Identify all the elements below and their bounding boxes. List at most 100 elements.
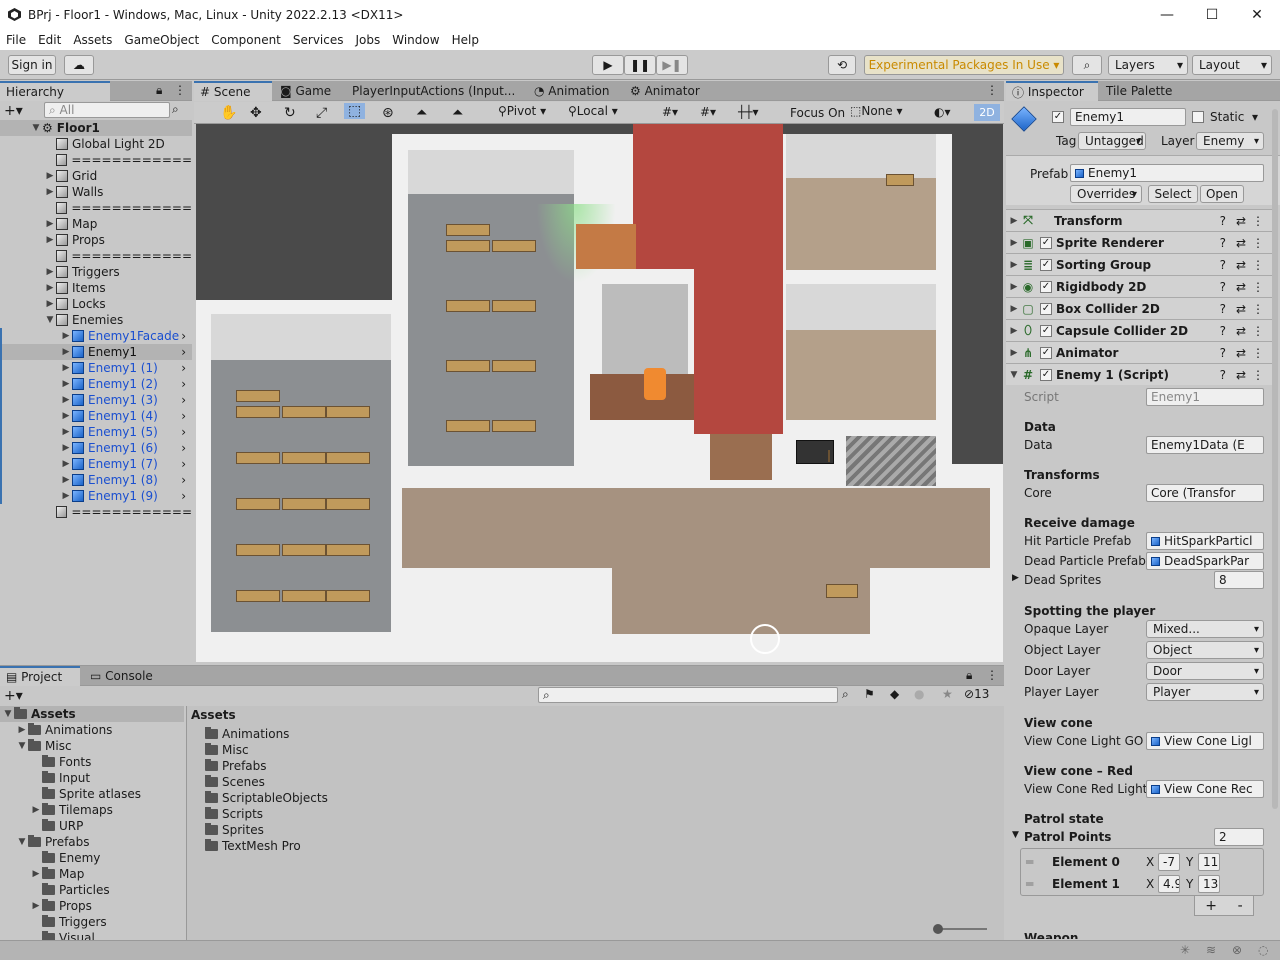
- folder-item[interactable]: Animations: [205, 726, 505, 742]
- component-enabled-checkbox[interactable]: ✓: [1040, 368, 1052, 381]
- help-icon[interactable]: ?: [1220, 214, 1226, 228]
- progress-icon[interactable]: ◌: [1258, 943, 1268, 957]
- dead-sprites-expand-icon[interactable]: ▶: [1012, 573, 1019, 583]
- menu-gameobject[interactable]: GameObject: [118, 33, 205, 47]
- expand-icon[interactable]: ▶: [60, 443, 72, 453]
- component-menu-icon[interactable]: ⋮: [1252, 214, 1264, 228]
- expand-icon[interactable]: ▼: [16, 837, 28, 847]
- name-input[interactable]: Enemy1: [1070, 108, 1186, 126]
- component-header[interactable]: ▶ ≣ ✓ Sorting Group? ⇄ ⋮: [1006, 253, 1272, 275]
- expand-icon[interactable]: ▼: [16, 741, 28, 751]
- hierarchy-item[interactable]: ============: [0, 504, 192, 520]
- layer-dropdown[interactable]: Enemy: [1196, 132, 1264, 150]
- help-icon[interactable]: ?: [1220, 302, 1226, 316]
- expand-icon[interactable]: ▶: [16, 725, 28, 735]
- player-layer-dropdown[interactable]: Player: [1146, 683, 1264, 701]
- preset-icon[interactable]: ⇄: [1236, 258, 1246, 272]
- tab-scene[interactable]: # Scene: [194, 81, 272, 101]
- local-dropdown[interactable]: ⚲Local ▾: [568, 104, 630, 121]
- enemy-item[interactable]: ▶ Enemy1 (6) ›: [0, 440, 192, 456]
- tab-animator[interactable]: ⚙ Animator: [624, 81, 706, 101]
- project-search-input[interactable]: ⌕: [538, 687, 838, 703]
- chevron-right-icon[interactable]: ›: [181, 457, 186, 471]
- hierarchy-item[interactable]: ▶ Props: [0, 232, 192, 248]
- layers-dropdown[interactable]: Layers ▾: [1108, 55, 1188, 75]
- expand-icon[interactable]: ▶: [60, 395, 72, 405]
- menu-jobs[interactable]: Jobs: [350, 33, 387, 47]
- component-header[interactable]: ▶ ▢ ✓ Box Collider 2D? ⇄ ⋮: [1006, 297, 1272, 319]
- focus-none-dropdown[interactable]: ⬚None ▾: [850, 104, 910, 121]
- chevron-right-icon[interactable]: ›: [181, 473, 186, 487]
- hidden-packages-icon[interactable]: ⊘13: [964, 687, 989, 701]
- expand-icon[interactable]: ▶: [60, 363, 72, 373]
- folder-item[interactable]: TextMesh Pro: [205, 838, 505, 854]
- chevron-right-icon[interactable]: ›: [181, 361, 186, 375]
- project-more-icon[interactable]: ⋮: [986, 668, 998, 682]
- chevron-right-icon[interactable]: ›: [181, 489, 186, 503]
- hierarchy-root[interactable]: ▼ ⚙ Floor1: [0, 120, 192, 136]
- project-tree-item[interactable]: Triggers: [0, 914, 184, 930]
- component-enabled-checkbox[interactable]: ✓: [1040, 324, 1052, 337]
- tab-tile-palette[interactable]: Tile Palette: [1100, 81, 1178, 101]
- expand-icon[interactable]: ▶: [44, 283, 56, 293]
- enemy-item[interactable]: ▶ Enemy1 (5) ›: [0, 424, 192, 440]
- search-by-type-icon[interactable]: ⌕: [842, 687, 849, 702]
- enemy-item[interactable]: ▶ Enemy1 (7) ›: [0, 456, 192, 472]
- preset-icon[interactable]: ⇄: [1236, 236, 1246, 250]
- door-layer-dropdown[interactable]: Door: [1146, 662, 1264, 680]
- tab-game[interactable]: ◙ Game: [274, 81, 337, 101]
- expand-icon[interactable]: ▶: [1008, 304, 1020, 314]
- enemy-item[interactable]: ▶ Enemy1 (9) ›: [0, 488, 192, 504]
- expand-icon[interactable]: ▶: [1008, 326, 1020, 336]
- expand-icon[interactable]: ▶: [44, 235, 56, 245]
- expand-icon[interactable]: ▶: [60, 427, 72, 437]
- minimize-button[interactable]: —: [1144, 0, 1190, 30]
- hierarchy-item[interactable]: ============: [0, 200, 192, 216]
- component-header[interactable]: ▶ ▣ ✓ Sprite Renderer? ⇄ ⋮: [1006, 231, 1272, 253]
- chevron-right-icon[interactable]: ›: [181, 425, 186, 439]
- preset-icon[interactable]: ⇄: [1236, 368, 1246, 382]
- patrol-points-count[interactable]: 2: [1214, 828, 1264, 846]
- menu-assets[interactable]: Assets: [67, 33, 118, 47]
- chevron-right-icon[interactable]: ›: [181, 345, 186, 359]
- component-menu-icon[interactable]: ⋮: [1252, 236, 1264, 250]
- expand-icon[interactable]: ▶: [1008, 282, 1020, 292]
- patrol-expand-icon[interactable]: ▼: [1012, 830, 1019, 840]
- add-icon[interactable]: +▾: [4, 103, 23, 119]
- pivot-dropdown[interactable]: ⚲Pivot ▾: [498, 104, 560, 121]
- chevron-right-icon[interactable]: ›: [181, 377, 186, 391]
- chevron-right-icon[interactable]: ›: [181, 409, 186, 423]
- open-button[interactable]: Open: [1200, 185, 1244, 203]
- folder-item[interactable]: ScriptableObjects: [205, 790, 505, 806]
- component-enabled-checkbox[interactable]: ✓: [1040, 346, 1052, 359]
- add-element-button[interactable]: +: [1205, 898, 1217, 914]
- menu-edit[interactable]: Edit: [32, 33, 67, 47]
- help-icon[interactable]: ?: [1220, 280, 1226, 294]
- drag-handle-icon[interactable]: ═: [1026, 855, 1033, 869]
- lock-icon[interactable]: 🔒︎: [156, 83, 162, 98]
- project-tree-item[interactable]: ▶ Map: [0, 866, 184, 882]
- preset-icon[interactable]: ⇄: [1236, 280, 1246, 294]
- help-icon[interactable]: ?: [1220, 346, 1226, 360]
- bug-icon[interactable]: ✳: [1180, 943, 1190, 957]
- element1-x-input[interactable]: 4.9: [1158, 875, 1180, 893]
- ruler-icon[interactable]: ┼┼▾: [738, 105, 758, 119]
- help-icon[interactable]: ?: [1220, 236, 1226, 250]
- expand-icon[interactable]: ▶: [60, 459, 72, 469]
- element0-x-input[interactable]: -7: [1158, 853, 1180, 871]
- project-tree-item[interactable]: Fonts: [0, 754, 184, 770]
- draw-mode-icon[interactable]: ◐▾: [934, 105, 951, 119]
- hierarchy-item[interactable]: Global Light 2D: [0, 136, 192, 152]
- component-enabled-checkbox[interactable]: ✓: [1040, 258, 1052, 271]
- expand-icon[interactable]: ▶: [60, 331, 72, 341]
- component-header[interactable]: ▶ ⤧ Transform? ⇄ ⋮: [1006, 209, 1272, 231]
- custom-tool-icon[interactable]: ⏶: [416, 105, 427, 121]
- help-icon[interactable]: ?: [1220, 324, 1226, 338]
- project-tree-item[interactable]: Particles: [0, 882, 184, 898]
- filter-log-icon[interactable]: ●: [914, 687, 924, 701]
- tab-input-actions[interactable]: PlayerInputActions (Input...: [346, 81, 521, 101]
- overrides-dropdown[interactable]: Overrides: [1070, 185, 1142, 203]
- search-icon[interactable]: ⌕: [1072, 55, 1102, 75]
- project-tree-item[interactable]: Sprite atlases: [0, 786, 184, 802]
- project-tree-item[interactable]: ▼ Assets: [0, 706, 184, 722]
